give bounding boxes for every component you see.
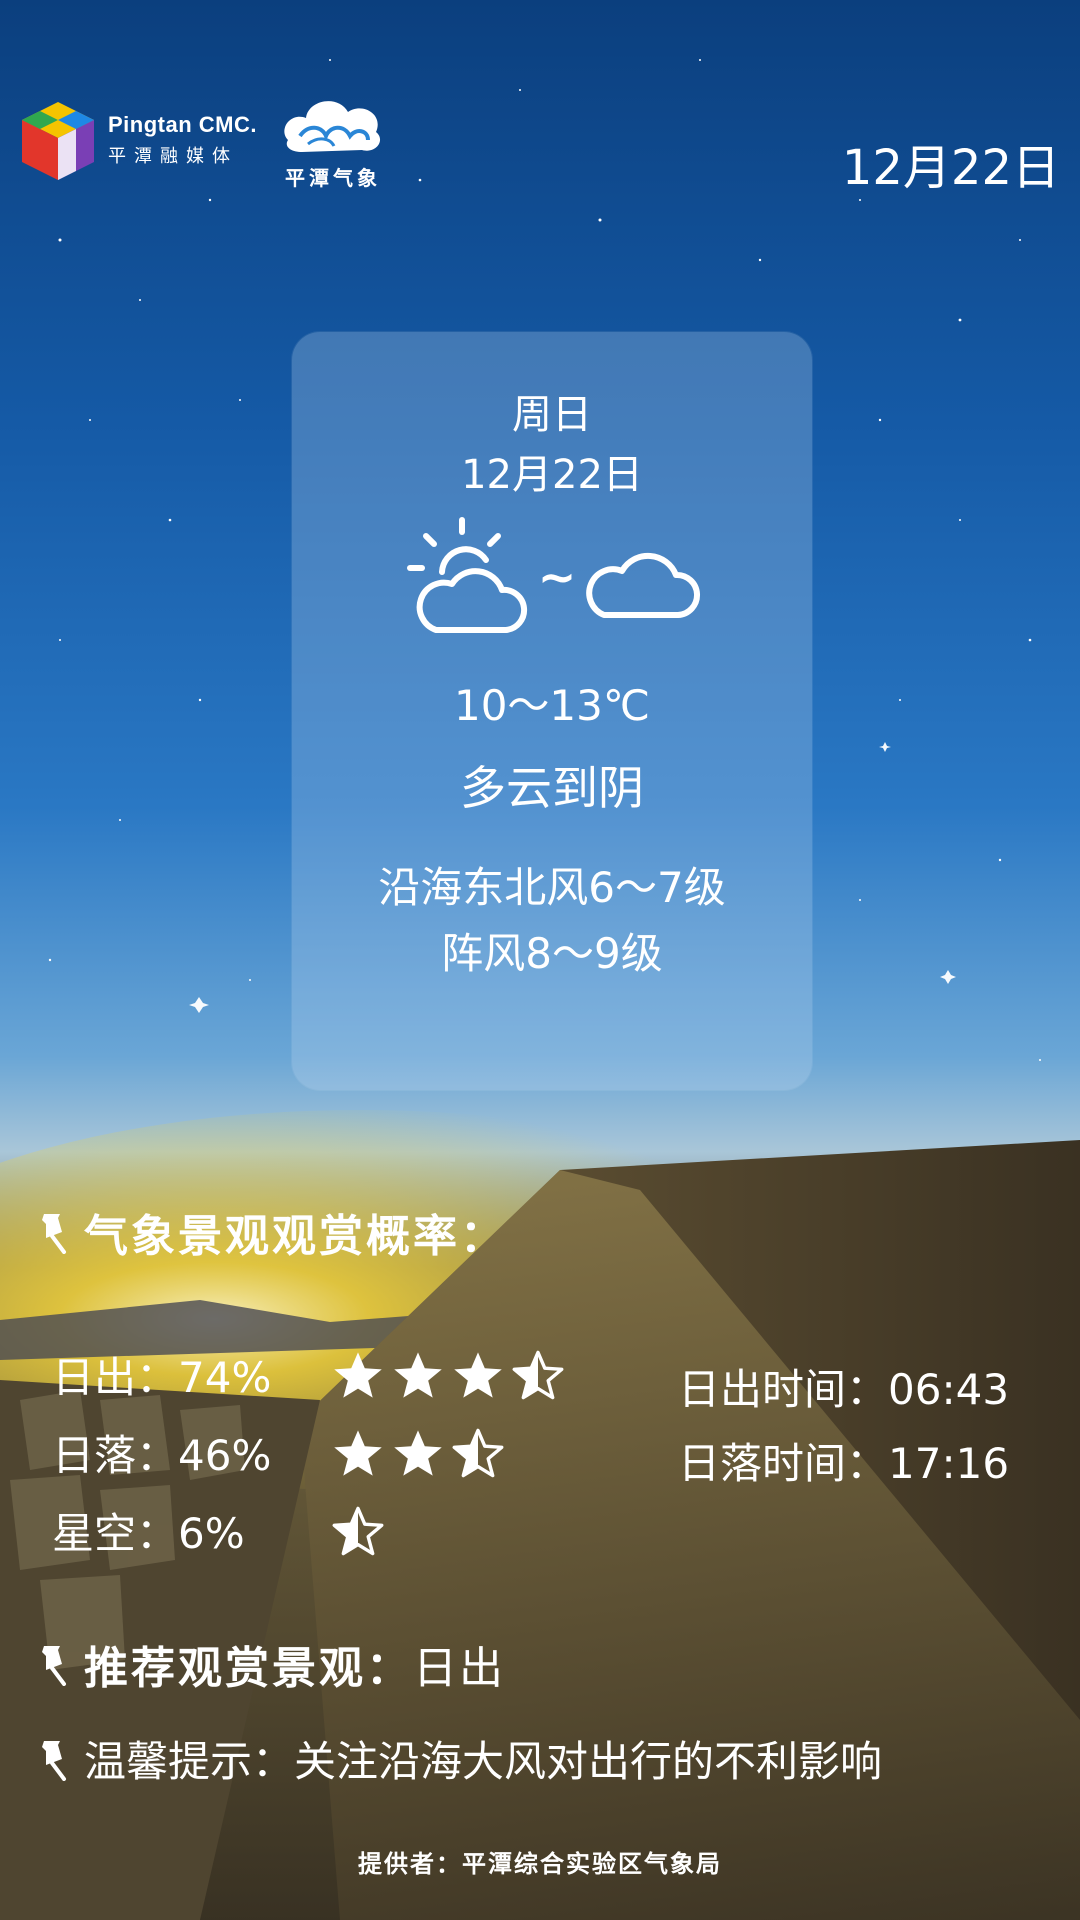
footer-provider: 提供者：平潭综合实验区气象局	[358, 1850, 722, 1878]
tip-row: 温馨提示： 关注沿海大风对出行的不利影响	[38, 1728, 882, 1789]
star-icon	[334, 1351, 382, 1398]
starry-sky-probability: 星空：6%	[52, 1509, 245, 1558]
forecast-card: 周日 12月22日 ~ 10～13℃ 多云到阴 沿海东北风6～7级 阵风8～9级	[292, 332, 812, 1090]
half-star-icon	[452, 1428, 504, 1477]
pushpin-icon	[42, 1214, 66, 1254]
cmc-cube-icon	[22, 102, 94, 180]
sunrise-probability-row: 日出：74%	[52, 1344, 566, 1405]
sunrise-probability: 日出：74%	[52, 1353, 272, 1402]
recommend-title: 推荐观赏景观：	[84, 1643, 413, 1694]
temperature: 10～13℃	[453, 681, 651, 730]
starry-sky-probability-row: 星空：6%	[52, 1500, 386, 1561]
pushpin-icon	[42, 1646, 66, 1686]
half-star-icon	[332, 1506, 384, 1555]
pushpin-icon	[42, 1740, 66, 1781]
icon-separator: ~	[537, 550, 577, 604]
condition: 多云到阴	[460, 761, 644, 815]
brand-cn: 平潭融媒体	[108, 146, 238, 167]
partly-cloudy-icon	[406, 517, 527, 633]
sunset-probability-row: 日落：46%	[52, 1422, 506, 1483]
recommend-value: 日出	[413, 1643, 505, 1694]
sunrise-rating	[330, 1349, 566, 1401]
star-icon	[454, 1351, 502, 1398]
weather-brand-name: 平潭气象	[285, 166, 381, 190]
starry-sky-rating	[330, 1505, 386, 1557]
sunrise-time: 日出时间：06:43	[678, 1365, 1010, 1414]
star-icon	[394, 1351, 442, 1398]
pingtan-weather-logo: 平潭气象	[278, 90, 388, 191]
wind-coastal: 沿海东北风6～7级	[378, 863, 726, 912]
sunset-probability: 日落：46%	[52, 1431, 272, 1480]
cloudy-icon	[586, 552, 701, 618]
weekday: 周日	[512, 392, 592, 438]
star-icon	[334, 1429, 382, 1476]
header-date: 12月22日	[841, 140, 1060, 196]
wind-gust: 阵风8～9级	[441, 929, 663, 978]
probability-title: 气象景观观赏概率：	[38, 1200, 507, 1264]
sunset-rating	[330, 1427, 506, 1479]
weather-icons: ~	[292, 512, 812, 642]
recommend-row: 推荐观赏景观： 日出	[38, 1632, 505, 1696]
card-date: 12月22日	[461, 452, 643, 498]
cloud-wave-icon	[284, 101, 381, 152]
brand-en: Pingtan CMC.	[108, 112, 257, 137]
star-icon	[394, 1429, 442, 1476]
probability-title-text: 气象景观观赏概率：	[84, 1211, 507, 1262]
sunset-time: 日落时间：17:16	[678, 1439, 1010, 1488]
half-star-icon	[512, 1350, 564, 1399]
tip-label: 温馨提示：	[84, 1737, 295, 1786]
tip-text: 关注沿海大风对出行的不利影响	[294, 1737, 883, 1786]
